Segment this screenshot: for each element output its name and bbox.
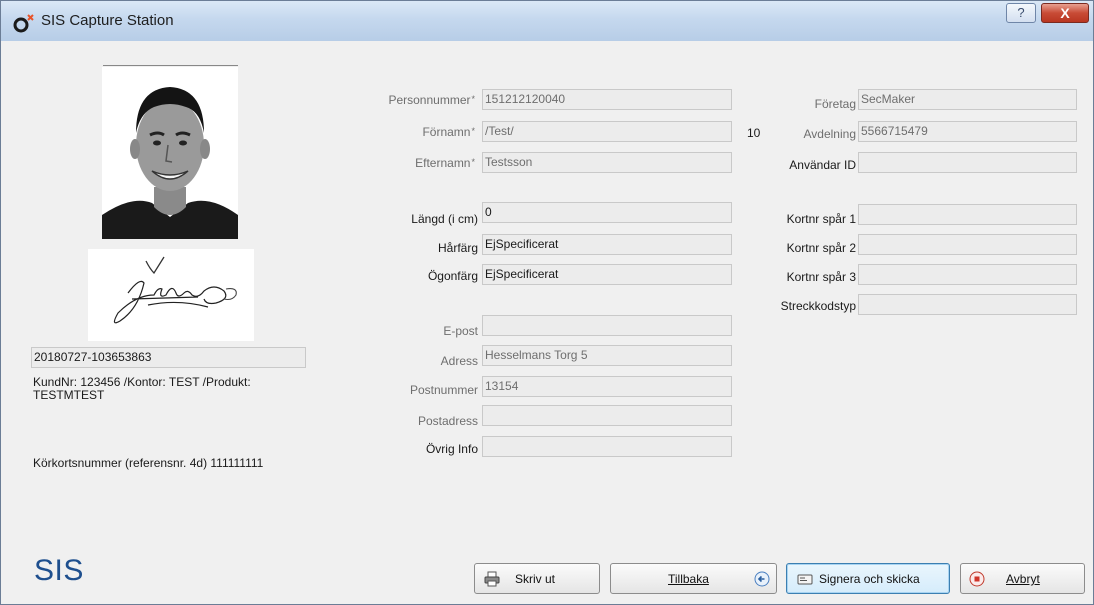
- adress-label: Adress: [440, 354, 478, 368]
- postadress-field[interactable]: [482, 405, 732, 426]
- efternamn-label: Efternamn*: [415, 156, 475, 170]
- back-button[interactable]: Tillbaka: [610, 563, 777, 594]
- stop-icon: [969, 571, 985, 587]
- app-icon: [13, 14, 34, 33]
- name-count: 10: [747, 126, 761, 140]
- streckkodstyp-label: Streckkodstyp: [780, 299, 856, 313]
- back-label: Tillbaka: [668, 572, 709, 586]
- epost-label: E-post: [443, 324, 478, 338]
- epost-field[interactable]: [482, 315, 732, 336]
- kortnr3-field[interactable]: [858, 264, 1077, 285]
- personnummer-label: Personnummer*: [388, 93, 475, 107]
- window-title: SIS Capture Station: [41, 12, 174, 29]
- kortnr1-label: Kortnr spår 1: [786, 212, 856, 226]
- ogonfarg-label: Ögonfärg: [427, 269, 478, 283]
- efternamn-field[interactable]: Testsson: [482, 152, 732, 173]
- fornamn-label: Förnamn*: [422, 125, 475, 139]
- help-icon: ?: [1017, 5, 1025, 20]
- ogonfarg-field[interactable]: EjSpecificerat: [482, 264, 732, 285]
- sign-send-label: Signera och skicka: [819, 572, 920, 586]
- adress-field[interactable]: Hesselmans Torg 5: [482, 345, 732, 366]
- title-bar[interactable]: SIS Capture Station ? X: [1, 1, 1093, 41]
- ovrig-info-field[interactable]: [482, 436, 732, 457]
- help-button[interactable]: ?: [1006, 3, 1036, 23]
- kortnr2-label: Kortnr spår 2: [786, 241, 856, 255]
- kortnr3-label: Kortnr spår 3: [786, 270, 856, 284]
- photo-divider: [103, 65, 238, 66]
- streckkodstyp-field[interactable]: [858, 294, 1077, 315]
- kortnr1-field[interactable]: [858, 204, 1077, 225]
- print-label: Skriv ut: [515, 572, 556, 586]
- card-icon: [797, 574, 813, 585]
- kund-info-text: KundNr: 123456 /Kontor: TEST /Produkt: T…: [33, 375, 251, 402]
- harfarg-field[interactable]: EjSpecificerat: [482, 234, 732, 255]
- personnummer-field[interactable]: 151212120040: [482, 89, 732, 110]
- langd-label: Längd (i cm): [411, 212, 478, 226]
- sign-send-button[interactable]: Signera och skicka: [786, 563, 950, 594]
- id-field[interactable]: 20180727-103653863: [31, 347, 306, 368]
- close-button[interactable]: X: [1041, 3, 1089, 23]
- anvandar-id-label: Användar ID: [789, 158, 856, 172]
- printer-icon: [484, 571, 500, 587]
- print-button[interactable]: Skriv ut: [474, 563, 600, 594]
- postnummer-field[interactable]: 13154: [482, 376, 732, 397]
- capture-window: SIS Capture Station ? X 20180727-1036538…: [0, 0, 1094, 605]
- portrait-photo: [102, 67, 238, 239]
- sis-logo: SIS: [34, 554, 84, 587]
- fornamn-field[interactable]: /Test/: [482, 121, 732, 142]
- korkort-text: Körkortsnummer (referensnr. 4d) 11111111…: [33, 456, 264, 470]
- foretag-label: Företag: [814, 97, 856, 111]
- postadress-label: Postadress: [417, 414, 478, 428]
- avdelning-field[interactable]: 5566715479: [858, 121, 1077, 142]
- cancel-button[interactable]: Avbryt: [960, 563, 1085, 594]
- avdelning-label: Avdelning: [803, 127, 857, 141]
- kortnr2-field[interactable]: [858, 234, 1077, 255]
- foretag-field[interactable]: SecMaker: [858, 89, 1077, 110]
- postnummer-label: Postnummer: [409, 383, 478, 397]
- back-arrow-icon: [754, 571, 770, 587]
- harfarg-label: Hårfärg: [437, 241, 478, 255]
- ovrig-info-label: Övrig Info: [425, 442, 478, 456]
- close-icon: X: [1060, 5, 1070, 21]
- langd-field[interactable]: 0: [482, 202, 732, 223]
- cancel-label: Avbryt: [1006, 572, 1040, 586]
- anvandar-id-field[interactable]: [858, 152, 1077, 173]
- signature-image: [88, 249, 254, 341]
